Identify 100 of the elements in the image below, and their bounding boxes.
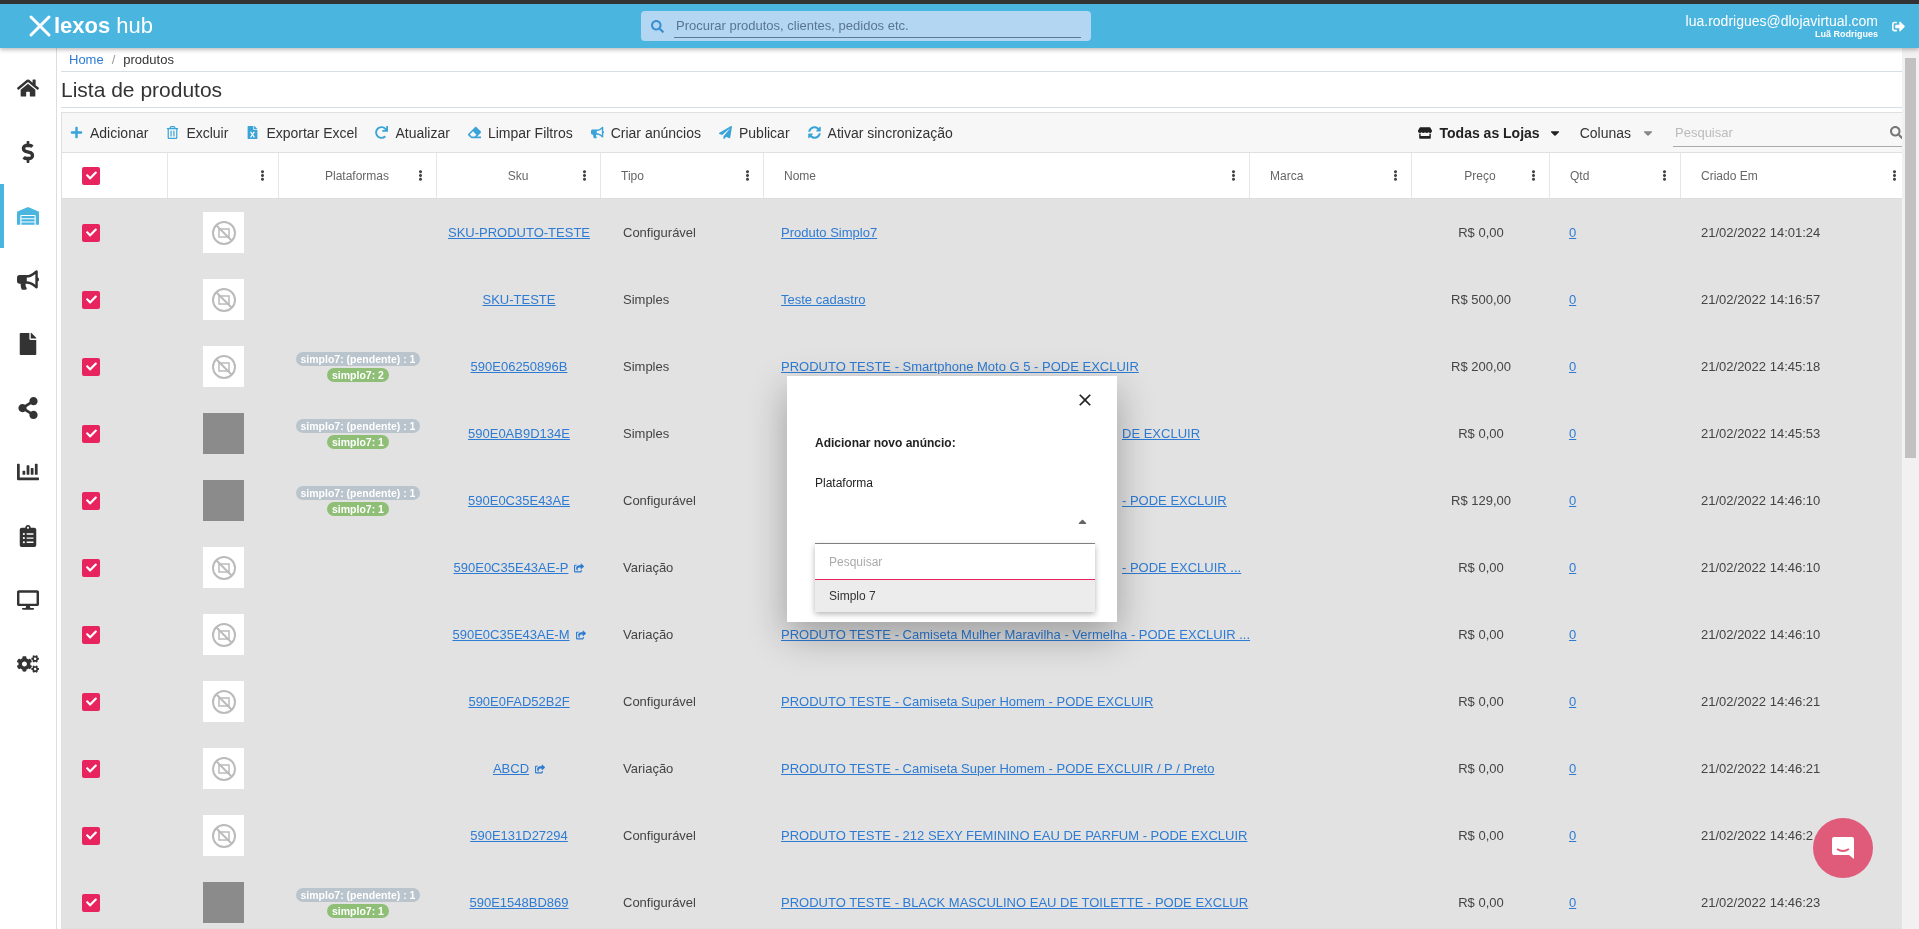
sku-link[interactable]: SKU-TESTE	[482, 292, 556, 307]
column-header[interactable]: Sku	[457, 168, 579, 183]
quantity-link[interactable]: 0	[1569, 761, 1577, 776]
select-all-checkbox[interactable]	[82, 166, 100, 185]
sku-link[interactable]: 590E0FAD52B2F	[468, 694, 570, 709]
quantity-link[interactable]: 0	[1569, 359, 1577, 374]
logout-icon[interactable]	[1892, 19, 1905, 33]
check-icon	[85, 763, 97, 774]
product-name-link[interactable]: Teste cadastro	[781, 292, 866, 307]
paper-plane-icon	[718, 126, 732, 139]
date-text: 21/02/2022 14:46:21	[1701, 694, 1821, 709]
type-text: Simples	[623, 292, 670, 307]
date-text: 21/02/2022 14:46:2	[1701, 828, 1814, 843]
product-name-link[interactable]: - PODE EXCLUIR ...	[1122, 560, 1242, 575]
price-text: R$ 0,00	[1458, 225, 1504, 240]
quantity-link[interactable]: 0	[1569, 493, 1577, 508]
external-link-icon[interactable]	[575, 629, 586, 640]
quantity-link[interactable]: 0	[1569, 828, 1577, 843]
type-text: Variação	[623, 761, 674, 776]
sku-link[interactable]: 590E06250896B	[470, 359, 568, 374]
toolbar-button[interactable]: Limpar Filtros	[467, 124, 573, 141]
column-header[interactable]: Criado Em	[1701, 168, 1889, 183]
scrollbar[interactable]	[1902, 48, 1919, 929]
row-checkbox[interactable]	[82, 826, 100, 845]
megaphone-icon	[17, 269, 39, 291]
user-email: lua.rodrigues@dlojavirtual.com	[1685, 13, 1878, 29]
dropdown-option[interactable]: Simplo 7	[815, 580, 1095, 612]
breadcrumb-link[interactable]: Home	[69, 52, 104, 67]
sku-link[interactable]: SKU-PRODUTO-TESTE	[447, 225, 591, 240]
quantity-link[interactable]: 0	[1569, 426, 1577, 441]
breadcrumb-current: produtos	[123, 52, 174, 67]
toolbar-button[interactable]: Ativar sincronização	[807, 124, 953, 141]
product-name-link[interactable]: PRODUTO TESTE - Camiseta Super Homem - PODE EXCLUIR / P / Preto	[781, 761, 1215, 776]
date-text: 21/02/2022 14:45:53	[1701, 426, 1821, 441]
column-header[interactable]: Plataformas	[299, 168, 415, 183]
sku-link[interactable]: ABCD	[492, 761, 530, 776]
row-checkbox[interactable]	[82, 625, 100, 644]
product-name-link[interactable]: DE EXCLUIR	[1122, 426, 1201, 441]
column-header[interactable]: Tipo	[621, 168, 742, 183]
no-image-icon	[210, 219, 237, 246]
photo-placeholder	[203, 480, 244, 521]
clipboard-icon	[17, 525, 39, 547]
row-checkbox[interactable]	[82, 491, 100, 510]
row-checkbox[interactable]	[82, 759, 100, 778]
check-icon	[85, 361, 97, 372]
search-icon	[651, 19, 664, 33]
check-icon	[85, 227, 97, 238]
row-checkbox[interactable]	[82, 357, 100, 376]
product-name-link[interactable]: PRODUTO TESTE - Camiseta Mulher Maravilha - Vermelha - PODE EXCLUIR ...	[781, 627, 1251, 642]
home-icon	[17, 77, 39, 99]
toolbar-button[interactable]: Criar anúncios	[590, 124, 701, 141]
toolbar-button[interactable]: Atualizar	[375, 124, 450, 141]
eraser-icon	[467, 126, 481, 139]
quantity-link[interactable]: 0	[1569, 627, 1577, 642]
row-checkbox[interactable]	[82, 223, 100, 242]
sku-link[interactable]: 590E1548BD869	[469, 895, 569, 910]
plus-icon	[70, 126, 83, 139]
quantity-link[interactable]: 0	[1569, 694, 1577, 709]
product-name-link[interactable]: - PODE EXCLUIR	[1122, 493, 1227, 508]
column-header[interactable]: Marca	[1270, 168, 1390, 183]
column-header[interactable]: Qtd	[1570, 168, 1659, 183]
row-checkbox[interactable]	[82, 893, 100, 912]
quantity-link[interactable]: 0	[1569, 292, 1577, 307]
row-checkbox[interactable]	[82, 558, 100, 577]
toolbar-button[interactable]: Publicar	[718, 124, 790, 141]
quantity-link[interactable]: 0	[1569, 560, 1577, 575]
global-search-field[interactable]: Procurar produtos, clientes, pedidos etc.	[641, 11, 1091, 41]
column-header[interactable]: Preço	[1432, 168, 1528, 183]
search-input[interactable]: Procurar produtos, clientes, pedidos etc.	[674, 14, 1081, 38]
store-filter-button[interactable]: Todas as Lojas	[1417, 124, 1562, 141]
toolbar-button[interactable]: Exportar Excel	[246, 124, 358, 141]
price-text: R$ 129,00	[1451, 493, 1511, 508]
search-input[interactable]: Pesquisar	[1673, 123, 1890, 141]
type-text: Configurável	[623, 694, 696, 709]
product-name-link[interactable]: PRODUTO TESTE - BLACK MASCULINO EAU DE TOILETTE - PODE EXCLUR	[781, 895, 1249, 910]
logo-suffix: hub	[116, 13, 153, 39]
product-name-link[interactable]: PRODUTO TESTE - Camiseta Super Homem - PODE EXCLUIR	[781, 694, 1154, 709]
external-link-icon[interactable]	[574, 562, 585, 573]
product-name-link[interactable]: Produto Simplo7	[781, 225, 878, 240]
sku-link[interactable]: 590E0C35E43AE-P	[453, 560, 569, 575]
toolbar-button[interactable]: Adicionar	[70, 124, 149, 141]
product-name-link[interactable]: PRODUTO TESTE - Smartphone Moto G 5 - PODE EXCLUIR	[781, 359, 1139, 374]
quantity-link[interactable]: 0	[1569, 225, 1577, 240]
toolbar-button[interactable]: Excluir	[166, 124, 229, 141]
no-image-icon	[210, 688, 237, 715]
sku-link[interactable]: 590E0AB9D134E	[468, 426, 570, 441]
external-link-icon[interactable]	[535, 763, 546, 774]
product-name-link[interactable]: PRODUTO TESTE - 212 SEXY FEMININO EAU DE PARFUM - PODE EXCLUIR	[781, 828, 1248, 843]
row-checkbox[interactable]	[82, 424, 100, 443]
quantity-link[interactable]: 0	[1569, 895, 1577, 910]
user-name: Luã Rodrigues	[1815, 29, 1878, 39]
trash-icon	[166, 126, 180, 139]
row-checkbox[interactable]	[82, 290, 100, 309]
sku-link[interactable]: 590E0C35E43AE	[468, 493, 570, 508]
columns-dropdown[interactable]: Colunas	[1579, 124, 1655, 141]
column-header[interactable]: Nome	[784, 168, 1228, 183]
type-text: Simples	[623, 359, 670, 374]
sku-link[interactable]: 590E131D27294	[470, 828, 568, 843]
sku-link[interactable]: 590E0C35E43AE-M	[452, 627, 570, 642]
row-checkbox[interactable]	[82, 692, 100, 711]
